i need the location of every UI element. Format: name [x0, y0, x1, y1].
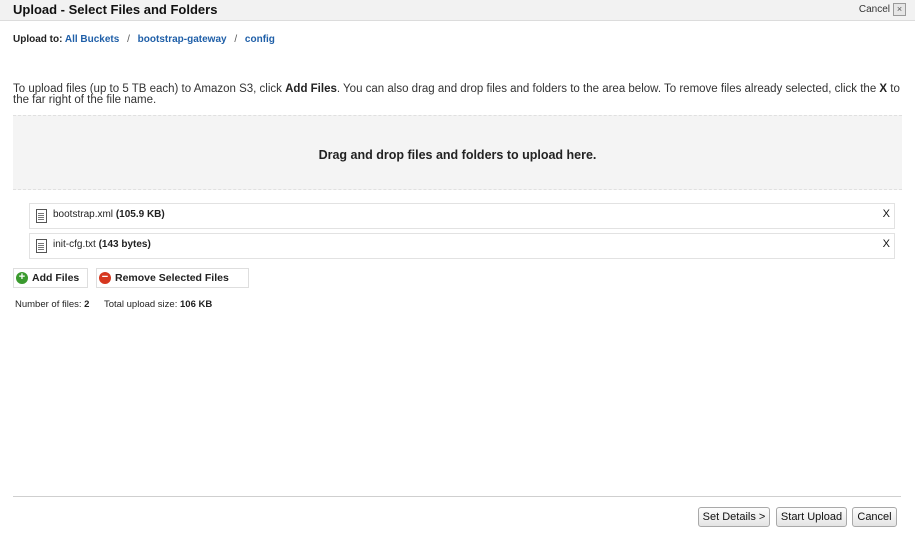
file-name: init-cfg.txt (143 bytes): [53, 239, 151, 250]
total-size-value: 106 KB: [180, 299, 213, 310]
dialog-title-bar: Upload - Select Files and Folders Cancel…: [0, 0, 915, 21]
cancel-link-label[interactable]: Cancel: [859, 4, 890, 15]
breadcrumb-separator: /: [234, 34, 238, 45]
remove-icon: −: [99, 272, 111, 284]
instructions-x: X: [879, 83, 888, 95]
file-size: (105.9 KB): [115, 209, 165, 220]
remove-file-button[interactable]: X: [883, 208, 890, 220]
breadcrumb-separator: /: [127, 34, 130, 45]
file-icon: [36, 209, 47, 223]
file-name-text: init-cfg.txt: [53, 239, 96, 250]
remove-selected-files-label: Remove Selected Files: [115, 272, 229, 284]
cancel-link[interactable]: Cancel ×: [859, 3, 906, 16]
breadcrumb-label: Upload to:: [13, 34, 63, 45]
file-size: (143 bytes): [98, 239, 151, 250]
dialog-title: Upload - Select Files and Folders: [13, 2, 218, 17]
add-files-button[interactable]: + Add Files: [13, 268, 88, 288]
file-name-text: bootstrap.xml: [53, 209, 114, 220]
file-count-label: Number of files:: [15, 299, 82, 310]
total-size-label: Total upload size:: [103, 299, 178, 310]
drop-zone[interactable]: Drag and drop files and folders to uploa…: [13, 115, 902, 190]
remove-selected-files-button[interactable]: − Remove Selected Files: [96, 268, 249, 288]
remove-file-button[interactable]: X: [883, 238, 890, 250]
breadcrumb: Upload to: All Buckets / bootstrap-gatew…: [13, 34, 275, 45]
breadcrumb-bucket[interactable]: bootstrap-gateway: [138, 34, 227, 45]
start-upload-button[interactable]: Start Upload: [776, 507, 847, 527]
set-details-button[interactable]: Set Details >: [698, 507, 770, 527]
file-row[interactable]: bootstrap.xml (105.9 KB) X: [29, 203, 895, 229]
file-name: bootstrap.xml (105.9 KB): [53, 209, 165, 220]
instructions-add-files: Add Files: [285, 83, 337, 95]
file-count-value: 2: [84, 299, 90, 310]
breadcrumb-all-buckets[interactable]: All Buckets: [65, 34, 119, 45]
upload-instructions: To upload files (up to 5 TB each) to Ama…: [13, 83, 903, 106]
add-icon: +: [16, 272, 28, 284]
close-icon[interactable]: ×: [893, 3, 906, 16]
add-files-label: Add Files: [32, 272, 80, 284]
upload-summary: Number of files: 2 Total upload size: 10…: [15, 299, 224, 310]
file-icon: [36, 239, 47, 253]
cancel-button[interactable]: Cancel: [852, 507, 897, 527]
file-row[interactable]: init-cfg.txt (143 bytes) X: [29, 233, 895, 259]
drop-zone-text: Drag and drop files and folders to uploa…: [318, 148, 597, 162]
footer-divider: [13, 496, 901, 497]
instructions-text: . You can also drag and drop files and f…: [336, 83, 880, 95]
breadcrumb-folder[interactable]: config: [245, 34, 275, 45]
